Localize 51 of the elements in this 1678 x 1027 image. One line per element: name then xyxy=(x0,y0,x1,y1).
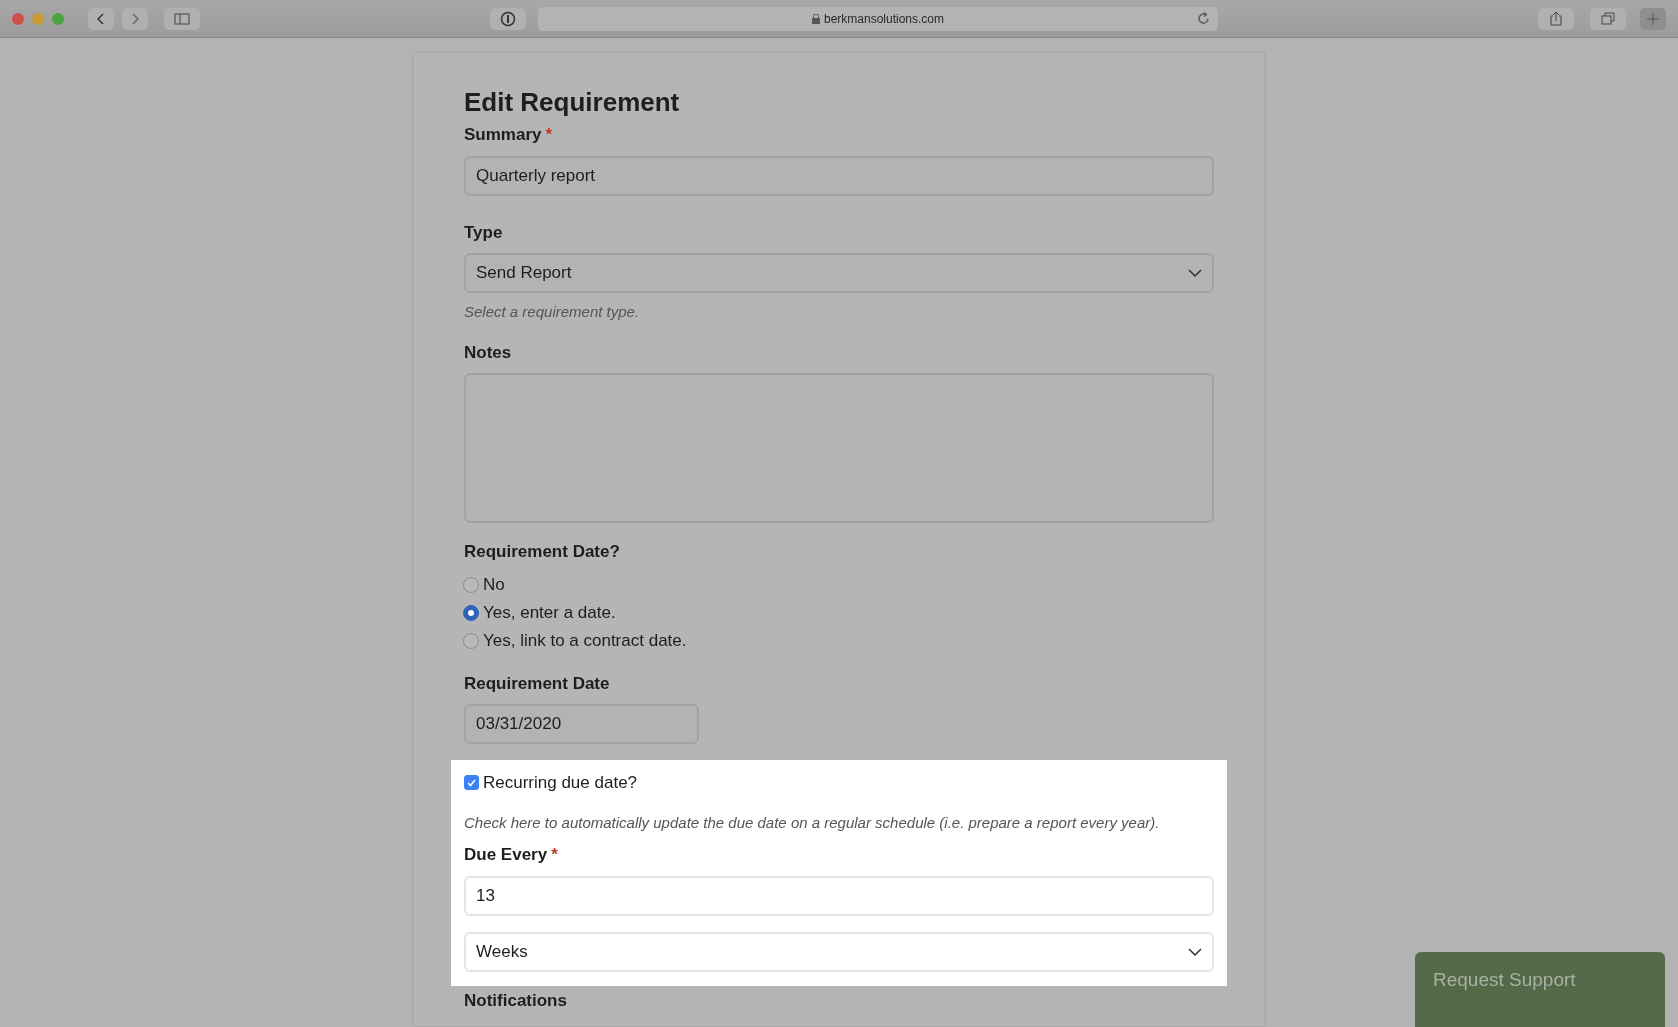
required-asterisk: * xyxy=(551,844,558,867)
password-button[interactable] xyxy=(490,7,526,30)
date-input[interactable]: 03/31/2020 xyxy=(464,704,699,745)
checkbox-label: Recurring due date? xyxy=(483,772,638,795)
field-label: Type xyxy=(464,221,503,244)
required-asterisk: * xyxy=(545,124,553,147)
checkbox[interactable] xyxy=(464,775,479,791)
share-icon xyxy=(1550,11,1562,26)
chevron-down-icon xyxy=(1188,947,1202,956)
field-label: Due Every xyxy=(464,844,548,867)
radio-button[interactable] xyxy=(463,604,479,621)
radio-option[interactable]: Yes, enter a date. xyxy=(463,598,1214,627)
tabs-icon xyxy=(1601,12,1615,25)
radio-label: Yes, enter a date. xyxy=(483,601,616,624)
type-select[interactable]: Send Report xyxy=(464,253,1214,294)
forward-button[interactable] xyxy=(122,7,148,30)
summary-input[interactable]: Quarterly report xyxy=(464,155,1214,196)
page-title: Edit Requirement xyxy=(464,87,681,119)
due-every-input[interactable]: 13 xyxy=(464,875,1214,916)
lock-icon xyxy=(811,13,820,24)
radio-button[interactable] xyxy=(463,632,479,649)
tabs-button[interactable] xyxy=(1590,7,1626,30)
radio-button[interactable] xyxy=(463,576,479,593)
reload-icon[interactable] xyxy=(1197,12,1210,25)
help-text: Select a requirement type. xyxy=(464,302,641,323)
back-button[interactable] xyxy=(88,7,114,30)
share-button[interactable] xyxy=(1538,7,1574,30)
unit-select[interactable]: Weeks xyxy=(464,931,1214,972)
close-window-icon[interactable] xyxy=(12,12,24,25)
chevron-right-icon xyxy=(131,12,139,25)
maximize-window-icon[interactable] xyxy=(52,12,64,25)
field-label: Requirement Date? xyxy=(464,541,620,564)
help-text: Check here to automatically update the due date on a regular schedule (i.e. prepare a report every year). xyxy=(464,812,1161,833)
chevron-down-icon xyxy=(1188,269,1202,278)
radio-option[interactable]: Yes, link to a contract date. xyxy=(463,626,1214,655)
radio-label: Yes, link to a contract date. xyxy=(483,629,687,652)
field-label: Notifications xyxy=(464,989,567,1012)
address-field[interactable]: berkmansolutions.com xyxy=(538,6,1218,31)
radio-option[interactable]: No xyxy=(463,570,1214,599)
field-label: Notes xyxy=(464,341,512,364)
new-tab-button[interactable] xyxy=(1640,7,1666,30)
plus-icon xyxy=(1647,12,1659,25)
radio-label: No xyxy=(483,573,505,596)
sidebar-button[interactable] xyxy=(164,7,200,30)
sidebar-icon xyxy=(174,12,190,25)
field-label: Requirement Date xyxy=(464,672,610,695)
field-label: Summary xyxy=(464,124,542,147)
minimize-window-icon[interactable] xyxy=(32,12,44,25)
checkmark-icon xyxy=(467,778,476,787)
chevron-left-icon xyxy=(97,12,105,25)
circle-bar-icon xyxy=(500,10,516,27)
